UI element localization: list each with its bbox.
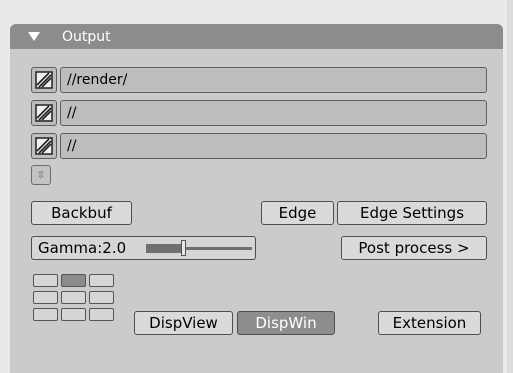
dispview-button[interactable]: DispView (134, 311, 233, 335)
disp-grid-cell[interactable] (33, 274, 58, 287)
disp-grid-cell[interactable] (89, 291, 114, 304)
disp-grid-cell[interactable] (61, 291, 86, 304)
gamma-slider[interactable]: Gamma:2.0 (31, 236, 256, 260)
window-edge (507, 0, 513, 373)
dispwin-button[interactable]: DispWin (237, 311, 335, 335)
triangle-down-icon[interactable] (28, 32, 40, 41)
up-down-arrows-icon[interactable]: ⇳ (31, 165, 51, 185)
path-row-2: // (31, 100, 488, 126)
disp-grid-cell[interactable] (33, 291, 58, 304)
backbuf-path-input[interactable]: // (60, 100, 487, 126)
panel-title: Output (62, 28, 111, 45)
file-browse-icon[interactable] (31, 133, 57, 159)
disp-grid-cell[interactable] (89, 274, 114, 287)
disp-position-grid (33, 274, 117, 324)
edge-button[interactable]: Edge (261, 201, 334, 225)
file-browse-icon[interactable] (31, 100, 57, 126)
path-row-3: // (31, 133, 488, 159)
panel-header[interactable]: Output (10, 24, 503, 49)
disp-grid-cell[interactable] (33, 308, 58, 321)
disp-grid-cell[interactable] (61, 274, 86, 287)
slider-knob[interactable] (181, 240, 186, 256)
slider-fill (146, 244, 183, 253)
disp-grid-cell[interactable] (61, 308, 86, 321)
post-process-button[interactable]: Post process > (341, 236, 487, 260)
ftype-path-input[interactable]: // (60, 133, 487, 159)
extension-button[interactable]: Extension (378, 311, 481, 335)
file-browse-icon[interactable] (31, 67, 57, 93)
edge-settings-button[interactable]: Edge Settings (337, 201, 487, 225)
disp-grid-cell[interactable] (89, 308, 114, 321)
gamma-label: Gamma:2.0 (38, 239, 127, 257)
output-path-input[interactable]: //render/ (60, 67, 487, 93)
backbuf-button[interactable]: Backbuf (31, 201, 132, 225)
path-row-render: //render/ (31, 67, 488, 93)
